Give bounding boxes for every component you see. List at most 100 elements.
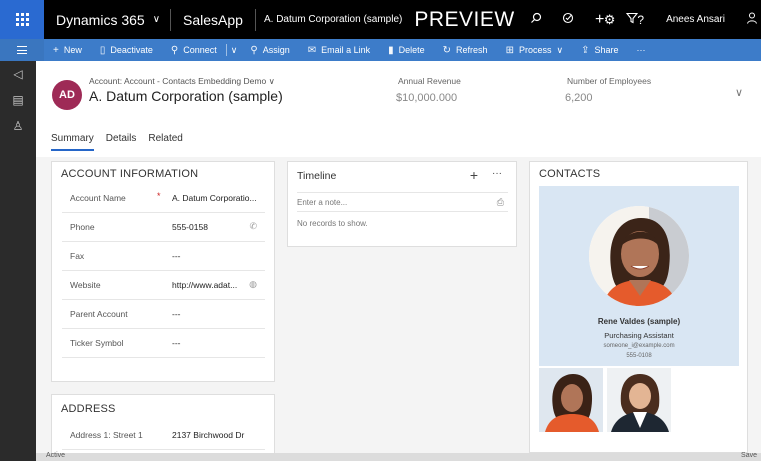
deactivate-label: Deactivate — [110, 45, 153, 55]
field-value[interactable]: --- — [172, 338, 181, 348]
timeline-empty-text: No records to show. — [297, 219, 368, 228]
field-value[interactable]: http://www.adat... — [172, 280, 237, 290]
main-content: AD Account: Account - Contacts Embedding… — [36, 61, 761, 461]
share-label: Share — [594, 45, 619, 55]
timeline-section: Timeline + ··· Enter a note... ⎙ No reco… — [287, 161, 517, 247]
field-account-name[interactable]: Account Name * A. Datum Corporatio... — [62, 184, 265, 213]
preview-label: PREVIEW — [414, 7, 515, 31]
field-label: Website — [70, 280, 101, 290]
note-input[interactable]: Enter a note... ⎙ — [297, 192, 508, 212]
share-button[interactable]: ⇪ Share — [572, 45, 627, 56]
account-information-section: ACCOUNT INFORMATION Account Name * A. Da… — [51, 161, 275, 382]
search-icon[interactable] — [529, 12, 543, 27]
recent-icon[interactable]: ◁ — [0, 61, 36, 87]
gear-icon[interactable]: ⚙ — [604, 12, 616, 28]
refresh-icon: ↻ — [442, 44, 452, 56]
delete-label: Delete — [398, 45, 425, 55]
tab-summary[interactable]: Summary — [51, 121, 94, 157]
field-label: Account Name — [70, 193, 126, 203]
connect-button[interactable]: ⚲ Connect — [162, 45, 226, 56]
employees-value: 6,200 — [565, 92, 593, 104]
deactivate-icon: ▯ — [99, 44, 106, 56]
pinned-icon[interactable]: ▤ — [0, 87, 36, 113]
expand-header-button[interactable]: ∨ — [735, 86, 743, 99]
nav-toggle-button[interactable] — [0, 39, 44, 61]
new-label: New — [63, 45, 82, 55]
product-switcher[interactable]: Dynamics 365 ∨ — [44, 12, 170, 28]
field-label: Phone — [70, 222, 95, 232]
record-status: Active — [46, 452, 66, 459]
section-title: CONTACTS — [539, 168, 601, 180]
section-title: ACCOUNT INFORMATION — [61, 168, 199, 180]
field-fax[interactable]: Fax --- — [62, 242, 265, 271]
field-address-street[interactable]: Address 1: Street 1 2137 Birchwood Dr — [62, 421, 265, 450]
process-label: Process — [518, 45, 552, 55]
field-phone[interactable]: Phone 555-0158 ✆ — [62, 213, 265, 242]
attachment-icon[interactable]: ⎙ — [497, 197, 504, 208]
app-launcher-button[interactable] — [0, 0, 44, 39]
contact-name[interactable]: Rene Valdes (sample) — [539, 317, 739, 326]
refresh-label: Refresh — [456, 45, 488, 55]
deactivate-button[interactable]: ▯ Deactivate — [91, 45, 162, 56]
contacts-icon[interactable]: ♙ — [0, 113, 36, 139]
help-icon[interactable]: ? — [637, 13, 644, 27]
field-value[interactable]: A. Datum Corporatio... — [172, 193, 257, 203]
timeline-more-button[interactable]: ··· — [492, 168, 502, 179]
phone-icon[interactable]: ✆ — [249, 221, 257, 232]
more-icon: ··· — [636, 45, 646, 55]
note-placeholder: Enter a note... — [297, 198, 348, 207]
user-name[interactable]: Anees Ansari — [666, 14, 725, 25]
add-activity-button[interactable]: + — [470, 167, 478, 183]
save-button[interactable]: Save — [741, 452, 757, 459]
email-link-button[interactable]: ✉ Email a Link — [299, 45, 379, 56]
hamburger-icon — [17, 46, 27, 54]
contact-phone[interactable]: 555-0108 — [539, 353, 739, 359]
tab-details[interactable]: Details — [106, 121, 137, 157]
chevron-down-icon: ∨ — [152, 14, 161, 25]
globe-icon[interactable]: ◍ — [249, 279, 257, 290]
assign-label: Assign — [262, 45, 290, 55]
assign-button[interactable]: ⚲ Assign — [241, 45, 298, 56]
field-value[interactable]: 2137 Birchwood Dr — [172, 430, 244, 440]
tab-related[interactable]: Related — [148, 121, 182, 157]
top-bar: Dynamics 365 ∨ SalesApp A. Datum Corpora… — [0, 0, 761, 39]
person-icon[interactable] — [747, 12, 757, 27]
contact-email[interactable]: someone_i@example.com — [539, 343, 739, 349]
contacts-section: CONTACTS Rene Valdes (sample) Purchasing… — [529, 161, 748, 453]
form-selector[interactable]: Account: Account - Contacts Embedding De… — [89, 76, 275, 87]
contact-thumbnail[interactable] — [539, 368, 603, 432]
connect-dropdown-button[interactable]: ∨ — [227, 45, 242, 56]
status-bar: Active Save — [36, 452, 761, 461]
address-section: ADDRESS Address 1: Street 1 2137 Birchwo… — [51, 394, 275, 461]
task-icon[interactable] — [561, 12, 575, 27]
field-parent-account[interactable]: Parent Account --- — [62, 300, 265, 329]
contact-card[interactable]: Rene Valdes (sample) Purchasing Assistan… — [539, 186, 739, 366]
delete-button[interactable]: ▮ Delete — [379, 45, 434, 56]
tab-list: Summary Details Related — [36, 121, 761, 157]
field-value[interactable]: 555-0158 — [172, 222, 208, 232]
contact-thumbnail[interactable] — [607, 368, 671, 432]
new-button[interactable]: + New — [44, 45, 91, 56]
waffle-icon — [15, 13, 29, 26]
process-button[interactable]: ⊞ Process ∨ — [497, 45, 573, 56]
share-icon: ⇪ — [581, 44, 590, 56]
contact-photo — [589, 206, 689, 306]
field-label: Ticker Symbol — [70, 338, 124, 348]
refresh-button[interactable]: ↻ Refresh — [434, 45, 497, 56]
email-link-label: Email a Link — [321, 45, 371, 55]
connect-label: Connect — [183, 45, 217, 55]
record-title: A. Datum Corporation (sample) — [89, 88, 283, 104]
field-website[interactable]: Website http://www.adat... ◍ — [62, 271, 265, 300]
command-bar: + New ▯ Deactivate ⚲ Connect ∨ ⚲ Assign ✉ Ema… — [0, 39, 761, 61]
field-value[interactable]: --- — [172, 251, 181, 261]
app-name[interactable]: SalesApp — [171, 12, 255, 28]
chevron-down-icon: ∨ — [734, 87, 743, 99]
chevron-down-icon: ∨ — [230, 44, 238, 55]
more-commands-button[interactable]: ··· — [627, 45, 654, 55]
trash-icon: ▮ — [388, 44, 394, 56]
employees-label: Number of Employees — [567, 76, 652, 86]
field-label: Parent Account — [70, 309, 128, 319]
field-value[interactable]: --- — [172, 309, 181, 319]
field-ticker-symbol[interactable]: Ticker Symbol --- — [62, 329, 265, 358]
avatar: AD — [52, 80, 82, 110]
